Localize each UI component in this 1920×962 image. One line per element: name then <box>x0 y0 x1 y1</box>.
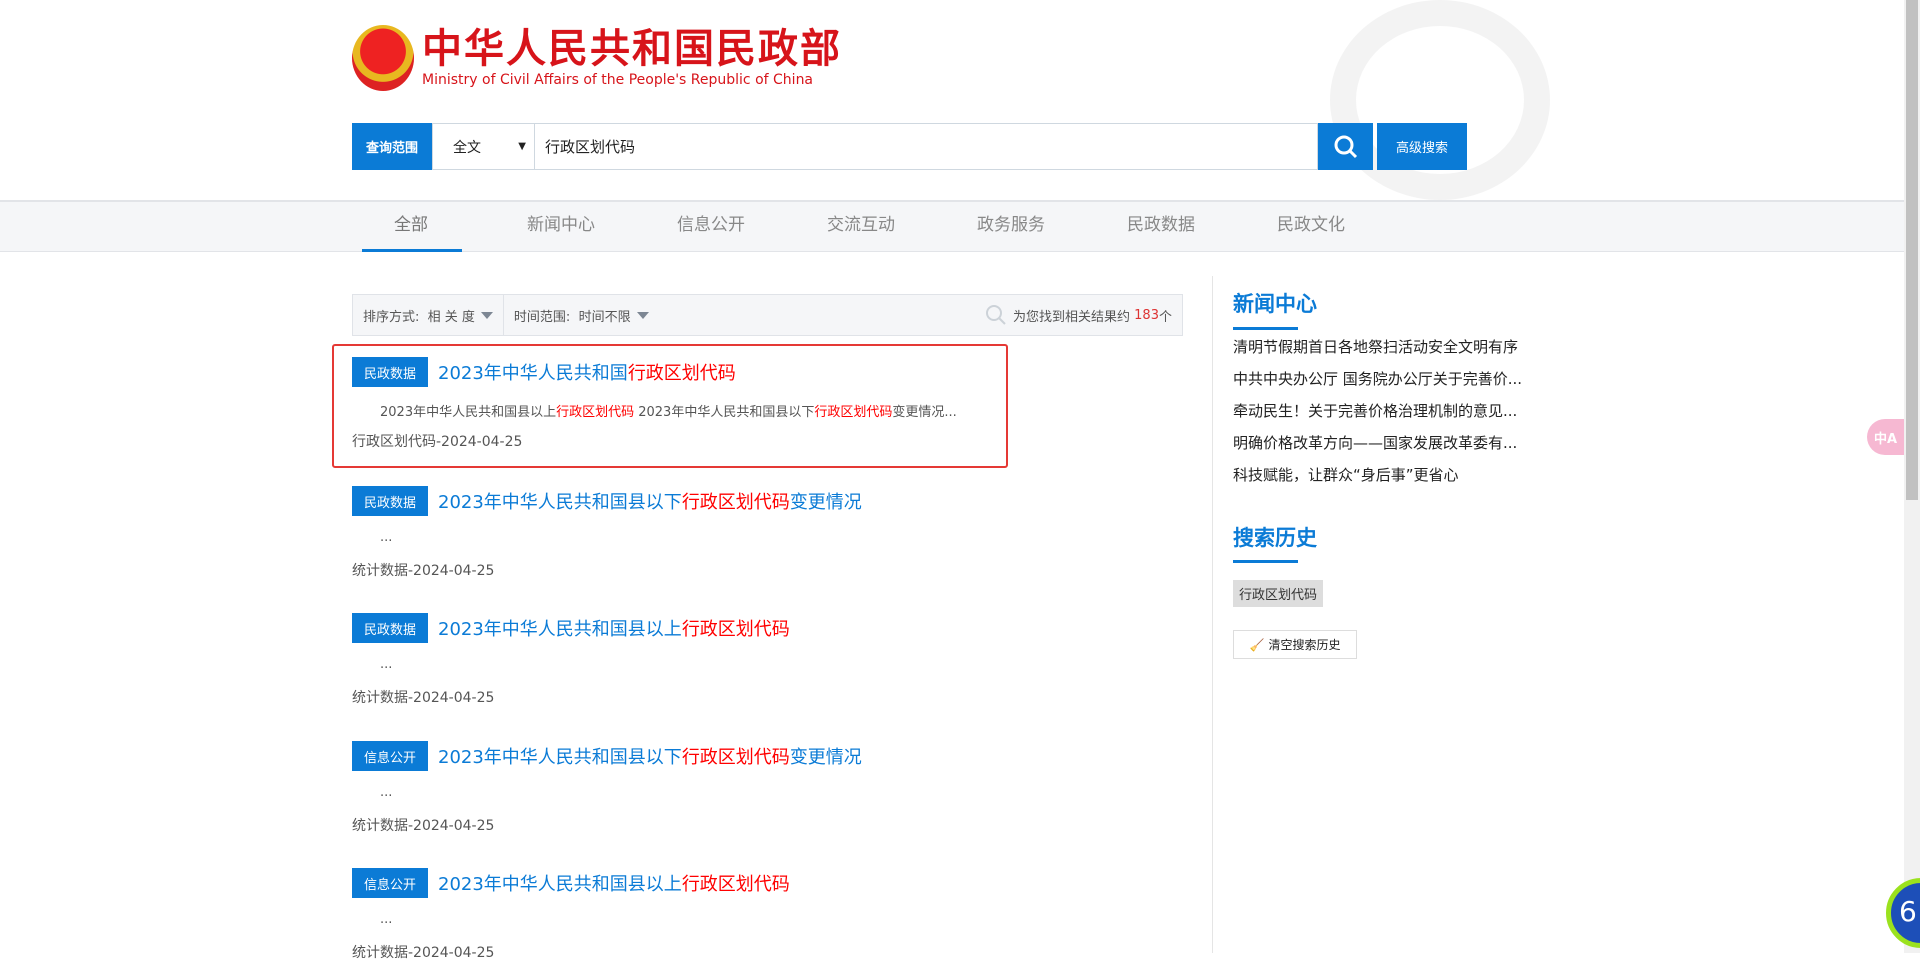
tab-info-public[interactable]: 信息公开 <box>677 202 745 252</box>
time-filter[interactable]: 时间范围: 时间不限 <box>504 295 659 335</box>
scrollbar-thumb[interactable] <box>1906 0 1918 500</box>
result-item: 民政数据 2023年中华人民共和国县以下行政区划代码变更情况 ... 统计数据-… <box>352 486 1002 580</box>
search-input[interactable] <box>534 123 1318 170</box>
result-meta: 行政区划代码-2024-04-25 <box>352 434 523 450</box>
result-meta: 统计数据-2024-04-25 <box>352 818 495 834</box>
caret-down-icon: ▼ <box>518 141 526 152</box>
category-tabs: 全部 新闻中心 信息公开 交流互动 政务服务 民政数据 民政文化 <box>0 200 1904 252</box>
title-highlight: 行政区划代码 <box>681 619 790 640</box>
news-link[interactable]: 中共中央办公厅 国务院办公厅关于完善价... <box>1233 368 1522 389</box>
logo-title: 中华人民共和国民政部 <box>422 26 842 72</box>
result-title-link[interactable]: 2023年中华人民共和国县以下行政区划代码变更情况 <box>438 488 862 514</box>
result-item: 信息公开 2023年中华人民共和国县以上行政区划代码 ... 统计数据-2024… <box>352 868 1002 962</box>
broom-icon: 🧹 <box>1249 637 1265 652</box>
title-text: 2023年中华人民共和国 <box>438 363 628 384</box>
heading-underline <box>1233 327 1298 330</box>
sort-label: 排序方式: <box>363 309 420 325</box>
title-text: 变更情况 <box>789 747 862 768</box>
result-summary: ... <box>380 530 393 545</box>
result-summary: ... <box>380 657 393 672</box>
scope-value: 全文 <box>453 139 481 156</box>
tab-interaction[interactable]: 交流互动 <box>827 202 895 252</box>
title-highlight: 行政区划代码 <box>681 874 790 895</box>
tab-data[interactable]: 民政数据 <box>1127 202 1195 252</box>
result-summary: 2023年中华人民共和国县以上行政区划代码 2023年中华人民共和国县以下行政区… <box>352 401 1002 421</box>
tab-culture[interactable]: 民政文化 <box>1277 202 1345 252</box>
national-emblem-icon <box>352 25 414 91</box>
sidebar-divider <box>1212 276 1213 953</box>
result-title-link[interactable]: 2023年中华人民共和国县以上行政区划代码 <box>438 870 790 896</box>
watermark-emblem <box>1330 0 1550 200</box>
search-history-heading: 搜索历史 <box>1233 526 1317 550</box>
scope-select[interactable]: 全文 ▼ <box>432 123 534 170</box>
summary-text: 2023年中华人民共和国县以下 <box>634 405 815 420</box>
result-item: 民政数据 2023年中华人民共和国县以上行政区划代码 ... 统计数据-2024… <box>352 613 1002 707</box>
result-category-tag[interactable]: 民政数据 <box>352 486 428 516</box>
title-text: 变更情况 <box>789 492 862 513</box>
caret-down-icon <box>636 311 649 319</box>
result-category-tag[interactable]: 民政数据 <box>352 613 428 643</box>
summary-highlight: 行政区划代码 <box>556 405 635 420</box>
search-icon <box>1334 135 1357 158</box>
title-text: 2023年中华人民共和国县以下 <box>438 492 682 513</box>
search-icon <box>986 305 1006 325</box>
news-link[interactable]: 明确价格改革方向——国家发展改革委有... <box>1233 432 1517 453</box>
result-title-link[interactable]: 2023年中华人民共和国行政区划代码 <box>438 359 736 385</box>
advanced-search-button[interactable]: 高级搜索 <box>1377 123 1467 170</box>
tab-services[interactable]: 政务服务 <box>977 202 1045 252</box>
sort-value: 相 关 度 <box>427 309 475 325</box>
news-center-heading: 新闻中心 <box>1233 292 1317 316</box>
count-prefix: 为您找到相关结果约 <box>1013 309 1131 325</box>
summary-highlight: 行政区划代码 <box>814 405 893 420</box>
logo-subtitle: Ministry of Civil Affairs of the People'… <box>422 72 814 88</box>
result-count: 为您找到相关结果约 183 个 <box>975 295 1182 335</box>
floating-badge[interactable]: 6 <box>1886 878 1920 948</box>
title-text: 2023年中华人民共和国县以上 <box>438 874 682 895</box>
clear-history-button[interactable]: 🧹 清空搜索历史 <box>1233 630 1357 659</box>
translate-button[interactable]: 中A <box>1867 419 1904 455</box>
result-item: 民政数据 2023年中华人民共和国行政区划代码 2023年中华人民共和国县以上行… <box>352 357 1002 451</box>
result-category-tag[interactable]: 信息公开 <box>352 741 428 771</box>
title-highlight: 行政区划代码 <box>681 492 790 513</box>
result-title-link[interactable]: 2023年中华人民共和国县以上行政区划代码 <box>438 615 790 641</box>
result-meta: 统计数据-2024-04-25 <box>352 690 495 706</box>
tab-all[interactable]: 全部 <box>394 202 428 252</box>
time-value: 时间不限 <box>578 309 631 325</box>
result-meta: 统计数据-2024-04-25 <box>352 945 495 961</box>
news-link[interactable]: 清明节假期首日各地祭扫活动安全文明有序 <box>1233 336 1518 357</box>
summary-text: 2023年中华人民共和国县以上 <box>380 405 557 420</box>
active-tab-indicator <box>362 249 462 252</box>
filter-bar: 排序方式: 相 关 度 时间范围: 时间不限 为您找到相关结果约 183 个 <box>352 294 1183 336</box>
news-link[interactable]: 科技赋能，让群众“身后事”更省心 <box>1233 464 1459 485</box>
site-logo[interactable]: 中华人民共和国民政部 Ministry of Civil Affairs of … <box>352 25 842 91</box>
clear-history-label: 清空搜索历史 <box>1268 638 1341 652</box>
sort-filter[interactable]: 排序方式: 相 关 度 <box>353 295 503 335</box>
count-value: 183 <box>1134 307 1159 323</box>
result-summary: ... <box>380 912 393 927</box>
caret-down-icon <box>480 311 493 319</box>
result-item: 信息公开 2023年中华人民共和国县以下行政区划代码变更情况 ... 统计数据-… <box>352 741 1002 835</box>
title-highlight: 行政区划代码 <box>627 363 736 384</box>
title-highlight: 行政区划代码 <box>681 747 790 768</box>
news-link[interactable]: 牵动民生！关于完善价格治理机制的意见... <box>1233 400 1517 421</box>
count-suffix: 个 <box>1158 309 1172 325</box>
result-summary: ... <box>380 785 393 800</box>
heading-underline <box>1233 560 1298 563</box>
result-category-tag[interactable]: 信息公开 <box>352 868 428 898</box>
search-scope-label: 查询范围 <box>352 123 432 170</box>
result-meta: 统计数据-2024-04-25 <box>352 563 495 579</box>
tab-news[interactable]: 新闻中心 <box>527 202 595 252</box>
title-text: 2023年中华人民共和国县以下 <box>438 747 682 768</box>
history-tag[interactable]: 行政区划代码 <box>1233 580 1324 607</box>
search-bar: 查询范围 全文 ▼ 高级搜索 <box>352 123 1467 170</box>
summary-text: 变更情况... <box>892 405 957 420</box>
result-title-link[interactable]: 2023年中华人民共和国县以下行政区划代码变更情况 <box>438 743 862 769</box>
title-text: 2023年中华人民共和国县以上 <box>438 619 682 640</box>
search-button[interactable] <box>1318 123 1373 170</box>
time-label: 时间范围: <box>513 309 571 325</box>
result-category-tag[interactable]: 民政数据 <box>352 357 428 387</box>
